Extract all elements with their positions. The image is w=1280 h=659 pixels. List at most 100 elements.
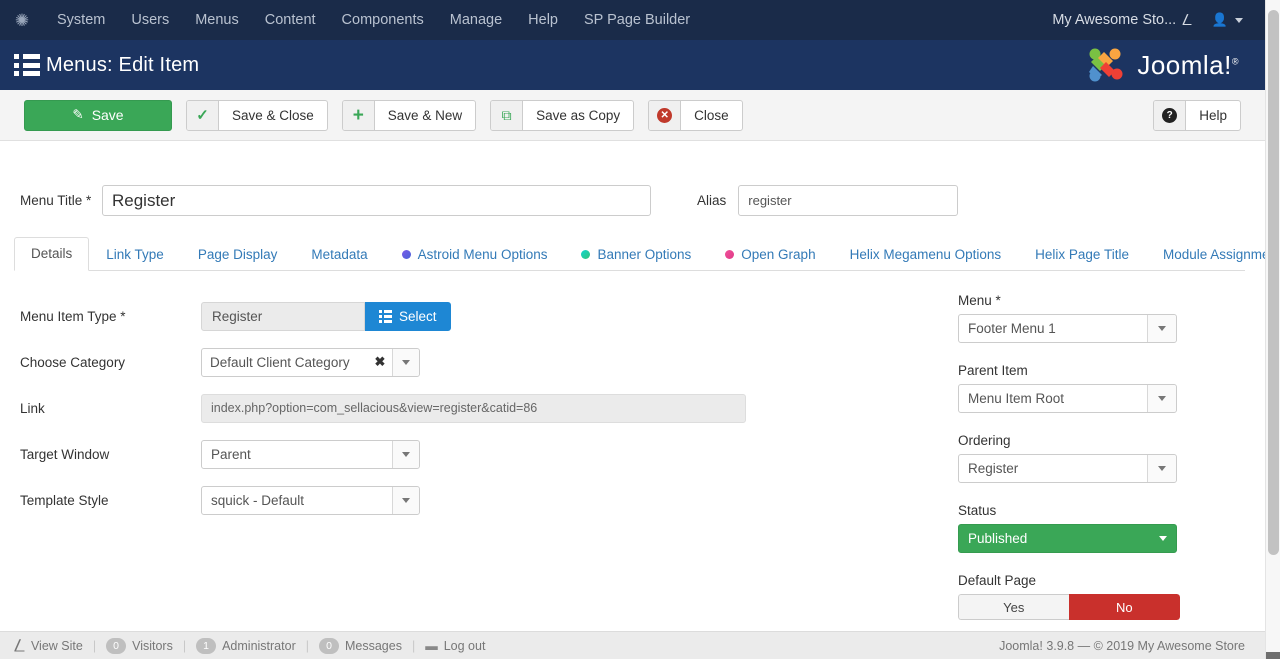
tab-helix-megamenu-options[interactable]: Helix Megamenu Options [833,238,1019,271]
save-button[interactable]: ✎ Save [24,99,172,131]
banner-dot-icon [581,250,591,259]
choose-category-select[interactable]: Default Client Category ✖ [201,347,420,377]
menu-group: Menu * Footer Menu 1 [958,293,1208,343]
minus-icon: ▬ [425,638,438,653]
nav-item-help[interactable]: Help [515,0,571,40]
choose-category-row: Choose Category Default Client Category … [20,339,948,385]
ordering-select[interactable]: Register [958,454,1177,483]
select-button-label: Select [399,308,437,324]
link-row: Link index.php?option=com_sellacious&vie… [20,385,948,431]
save-and-new-button[interactable]: + Save & New [341,99,477,131]
user-icon: 👤 [1211,12,1228,27]
default-page-yes-button[interactable]: Yes [958,594,1069,620]
tab-banner-options[interactable]: Banner Options [564,238,708,271]
tab-banner-options-label: Banner Options [597,247,692,262]
menu-select[interactable]: Footer Menu 1 [958,314,1177,343]
target-window-chevron-down-icon[interactable] [392,440,419,468]
choose-category-chevron-down-icon[interactable] [392,348,419,376]
joomla-mark-icon [1089,48,1123,82]
scrollbar-track-top[interactable] [1266,0,1280,6]
check-icon: ✓ [187,100,219,130]
tab-helix-page-title-label: Helix Page Title [1035,247,1129,262]
tab-helix-megamenu-options-label: Helix Megamenu Options [849,247,1002,262]
tab-details-label: Details [31,246,73,261]
tab-open-graph-label: Open Graph [741,247,816,262]
messages-label: Messages [344,638,402,653]
ordering-label: Ordering [958,433,1011,448]
alias-input[interactable] [738,185,959,216]
tab-open-graph[interactable]: Open Graph [708,238,832,271]
save-as-copy-label: Save as Copy [536,107,621,123]
tab-details[interactable]: Details [14,237,90,271]
default-page-toggle: Yes No [958,594,1180,620]
tab-helix-page-title[interactable]: Helix Page Title [1018,238,1146,271]
page-scrollbar[interactable] [1265,0,1280,659]
menu-chevron-down-icon[interactable] [1147,315,1176,342]
messages-item[interactable]: 0 Messages [309,637,412,654]
tab-link-type[interactable]: Link Type [89,238,181,271]
tab-page-display-label: Page Display [197,247,278,262]
site-name-label: My Awesome Sto... [1052,12,1177,28]
help-button[interactable]: ? Help [1153,99,1241,131]
menu-field-label: Menu * [958,293,1001,308]
open-graph-dot-icon [725,250,735,259]
close-button[interactable]: ✕ Close [648,99,743,131]
nav-item-content[interactable]: Content [252,0,329,40]
tab-link-type-label: Link Type [106,247,164,262]
template-style-chevron-down-icon[interactable] [392,486,419,514]
save-as-copy-button[interactable]: ⧉ Save as Copy [490,99,635,131]
nav-item-menus[interactable]: Menus [182,0,252,40]
template-style-select[interactable]: squick - Default [201,485,420,515]
link-input: index.php?option=com_sellacious&view=reg… [201,393,746,423]
default-page-label: Default Page [958,573,1037,588]
menu-title-input[interactable] [102,185,651,216]
scrollbar-arrow-down-icon[interactable] [1266,652,1280,659]
toolbar-right: ? Help [1153,99,1241,131]
parent-item-value: Menu Item Root [968,391,1065,406]
select-menu-item-type-button[interactable]: Select [365,301,451,331]
joomla-logo-icon[interactable]: ✺ [0,0,44,40]
clear-category-icon[interactable]: ✖ [368,349,392,376]
top-nav: System Users Menus Content Components Ma… [44,0,703,40]
visitors-label: Visitors [132,638,173,653]
template-style-row: Template Style squick - Default [20,477,948,523]
logout-label: Log out [443,638,486,653]
parent-item-chevron-down-icon[interactable] [1147,385,1176,412]
menu-item-type-row: Menu Item Type * Register Select [20,293,948,339]
view-site-link[interactable]: ⎳ View Site [14,638,93,653]
target-window-select[interactable]: Parent [201,439,420,469]
external-link-icon: ⎳ [14,638,25,652]
scrollbar-thumb[interactable] [1268,10,1279,555]
nav-item-manage[interactable]: Manage [437,0,515,40]
target-window-row: Target Window Parent [20,431,948,477]
administrator-item[interactable]: 1 Administrator [186,637,306,654]
list-view-icon [14,54,40,76]
tab-module-assignment[interactable]: Module Assignment [1146,238,1280,271]
default-page-no-button[interactable]: No [1068,594,1180,620]
target-window-value: Parent [211,446,251,462]
tab-page-display[interactable]: Page Display [181,238,295,271]
question-mark-icon: ? [1154,100,1187,130]
view-site-label: View Site [30,638,83,653]
close-icon: ✕ [649,100,682,130]
ordering-chevron-down-icon[interactable] [1147,455,1176,482]
menu-value: Footer Menu 1 [968,321,1056,336]
tab-metadata[interactable]: Metadata [294,238,384,271]
status-select[interactable]: Published [958,524,1177,553]
status-group: Status Published [958,503,1208,553]
joomla-wordmark: Joomla!® [1137,49,1239,80]
save-and-close-button[interactable]: ✓ Save & Close [186,99,328,131]
parent-item-select[interactable]: Menu Item Root [958,384,1177,413]
tab-astroid-menu-options[interactable]: Astroid Menu Options [385,238,565,271]
nav-item-system[interactable]: System [44,0,118,40]
nav-item-users[interactable]: Users [118,0,182,40]
logout-link[interactable]: ▬ Log out [415,639,495,653]
nav-item-sp-page-builder[interactable]: SP Page Builder [571,0,703,40]
menu-title-label: Menu Title * [20,193,92,208]
visitors-item[interactable]: 0 Visitors [96,637,183,654]
plus-icon: + [342,100,375,130]
nav-item-components[interactable]: Components [329,0,437,40]
site-name-link[interactable]: My Awesome Sto... ⎳ [1042,12,1201,28]
user-menu-button[interactable]: 👤 [1202,12,1255,28]
page-title: Menus: Edit Item [46,53,200,76]
